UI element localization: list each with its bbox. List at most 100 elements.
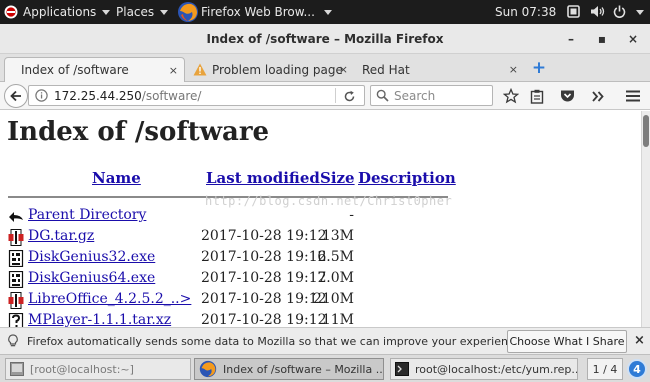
table-row: MPlayer-1.1.1.tar.xz 2017-10-28 19:12 11… — [8, 311, 458, 327]
window-overview-icon[interactable] — [567, 5, 580, 18]
page-content: Index of /software Name Last modified Si… — [0, 111, 641, 327]
star-icon — [503, 88, 519, 104]
double-chevron-right-icon — [592, 90, 604, 102]
reload-icon[interactable] — [343, 90, 356, 103]
gnome-top-bar: Applications Places Firefox Web Brow... … — [0, 0, 650, 24]
active-app-menu[interactable]: Firefox Web Brow... — [177, 0, 332, 24]
scrollbar-thumb[interactable] — [643, 115, 649, 147]
chevron-down-icon — [323, 9, 332, 15]
minimize-button[interactable]: – — [558, 24, 584, 54]
close-tab-icon[interactable]: × — [169, 64, 178, 77]
redhat-logo-icon — [4, 5, 18, 19]
tab-red-hat[interactable]: Red Hat × — [354, 57, 524, 82]
taskbar-item-label: Index of /software – Mozilla ... — [223, 362, 384, 376]
file-link[interactable]: DiskGenius64.exe — [28, 270, 155, 286]
bookmark-star-button[interactable] — [500, 85, 522, 107]
url-bar[interactable]: 172.25.44.250/software/ — [28, 85, 365, 106]
taskbar-item-terminal-yum[interactable]: root@localhost:/etc/yum.rep... — [390, 358, 578, 380]
parent-directory-link[interactable]: Parent Directory — [28, 207, 146, 223]
info-icon[interactable] — [35, 89, 48, 102]
file-size: 6.5M — [317, 249, 354, 265]
tab-strip: Index of /software × Problem loading pag… — [0, 54, 650, 82]
back-arrow-icon — [9, 212, 23, 222]
tab-problem-loading-page[interactable]: Problem loading page × — [185, 57, 354, 82]
firefox-logo-icon — [178, 2, 198, 22]
table-row: Parent Directory - — [8, 206, 458, 227]
pocket-button[interactable] — [556, 85, 578, 107]
chevron-down-icon[interactable] — [636, 10, 644, 15]
page-title: Index of /software — [7, 117, 270, 147]
file-link[interactable]: MPlayer-1.1.1.tar.xz — [28, 312, 171, 327]
close-notification-button[interactable]: × — [634, 333, 645, 348]
notification-bar: Firefox automatically sends some data to… — [0, 327, 650, 354]
file-size: 11M — [321, 312, 354, 327]
search-bar[interactable]: Search — [370, 85, 493, 106]
url-host: 172.25.44.250 — [54, 88, 142, 103]
file-link[interactable]: DiskGenius32.exe — [28, 249, 155, 265]
lightbulb-icon — [8, 334, 18, 347]
tab-index-of-software[interactable]: Index of /software × — [4, 57, 185, 82]
close-tab-icon[interactable]: × — [509, 63, 518, 76]
workspace-badge-label: 4 — [633, 362, 641, 376]
file-size: 13M — [321, 228, 354, 244]
url-path: /software/ — [141, 88, 202, 103]
table-row: DiskGenius32.exe 2017-10-28 19:12 6.5M — [8, 248, 458, 269]
compressed-icon — [8, 292, 24, 309]
chevron-down-icon — [102, 9, 111, 15]
unknown-icon — [8, 313, 24, 327]
table-row: LibreOffice_4.2.5.2_..> 2017-10-28 19:12… — [8, 290, 458, 311]
table-row: DiskGenius64.exe 2017-10-28 19:12 7.0M — [8, 269, 458, 290]
places-label: Places — [116, 5, 155, 19]
tab-label: Red Hat — [362, 62, 410, 77]
window-title: Index of /software – Mozilla Firefox — [206, 31, 444, 46]
overflow-menu-button[interactable] — [587, 85, 609, 107]
back-button[interactable] — [4, 84, 28, 108]
arrow-left-icon — [10, 90, 21, 102]
binary-icon — [8, 271, 24, 288]
notification-text: Firefox automatically sends some data to… — [27, 334, 525, 348]
column-header-description[interactable]: Description — [358, 169, 456, 187]
tab-label: Problem loading page — [212, 62, 343, 77]
choose-what-i-share-button[interactable]: Choose What I Share — [507, 330, 627, 353]
compressed-icon — [8, 229, 24, 246]
applications-menu[interactable]: Applications — [4, 0, 111, 24]
taskbar: [root@localhost:~] Index of /software – … — [0, 354, 650, 382]
column-header-name[interactable]: Name — [92, 169, 141, 187]
taskbar-item-label: [root@localhost:~] — [30, 362, 134, 376]
table-row: DG.tar.gz 2017-10-28 19:12 13M — [8, 227, 458, 248]
clock[interactable]: Sun 07:38 — [495, 0, 556, 24]
taskbar-item-label: root@localhost:/etc/yum.rep... — [415, 362, 578, 376]
taskbar-item-firefox[interactable]: Index of /software – Mozilla ... — [194, 358, 384, 380]
column-header-last-modified[interactable]: Last modified — [206, 169, 320, 187]
taskbar-item-terminal-root[interactable]: [root@localhost:~] — [5, 358, 191, 380]
places-menu[interactable]: Places — [116, 0, 169, 24]
url-separator — [335, 88, 336, 103]
file-link[interactable]: LibreOffice_4.2.5.2_..> — [28, 291, 191, 307]
hamburger-menu-button[interactable] — [622, 85, 644, 107]
clock-label: Sun 07:38 — [495, 5, 557, 19]
window-title-bar[interactable]: Index of /software – Mozilla Firefox – ▪… — [0, 24, 650, 54]
close-button[interactable]: × — [620, 24, 646, 54]
maximize-button[interactable]: ▪ — [589, 24, 615, 54]
workspace-label: 1 / 4 — [592, 362, 618, 376]
volume-icon[interactable] — [590, 5, 605, 18]
applications-label: Applications — [23, 5, 97, 19]
terminal-icon — [395, 362, 409, 376]
search-placeholder: Search — [394, 88, 436, 103]
workspace-switcher[interactable]: 1 / 4 — [587, 358, 623, 380]
vertical-scrollbar[interactable] — [641, 111, 650, 327]
file-link[interactable]: DG.tar.gz — [28, 228, 94, 244]
new-tab-button[interactable]: + — [530, 57, 548, 79]
active-app-label: Firefox Web Brow... — [201, 5, 315, 19]
close-tab-icon[interactable]: × — [339, 63, 348, 76]
terminal-icon — [10, 362, 24, 376]
clipboard-icon — [530, 89, 544, 104]
hamburger-menu-icon — [626, 90, 640, 102]
power-icon[interactable] — [613, 5, 626, 18]
column-header-size[interactable]: Size — [320, 169, 355, 187]
search-icon — [376, 89, 389, 102]
reading-list-button[interactable] — [526, 85, 548, 107]
file-size: 210M — [312, 291, 354, 307]
workspace-badge-icon[interactable]: 4 — [627, 359, 647, 379]
pocket-icon — [560, 90, 574, 102]
